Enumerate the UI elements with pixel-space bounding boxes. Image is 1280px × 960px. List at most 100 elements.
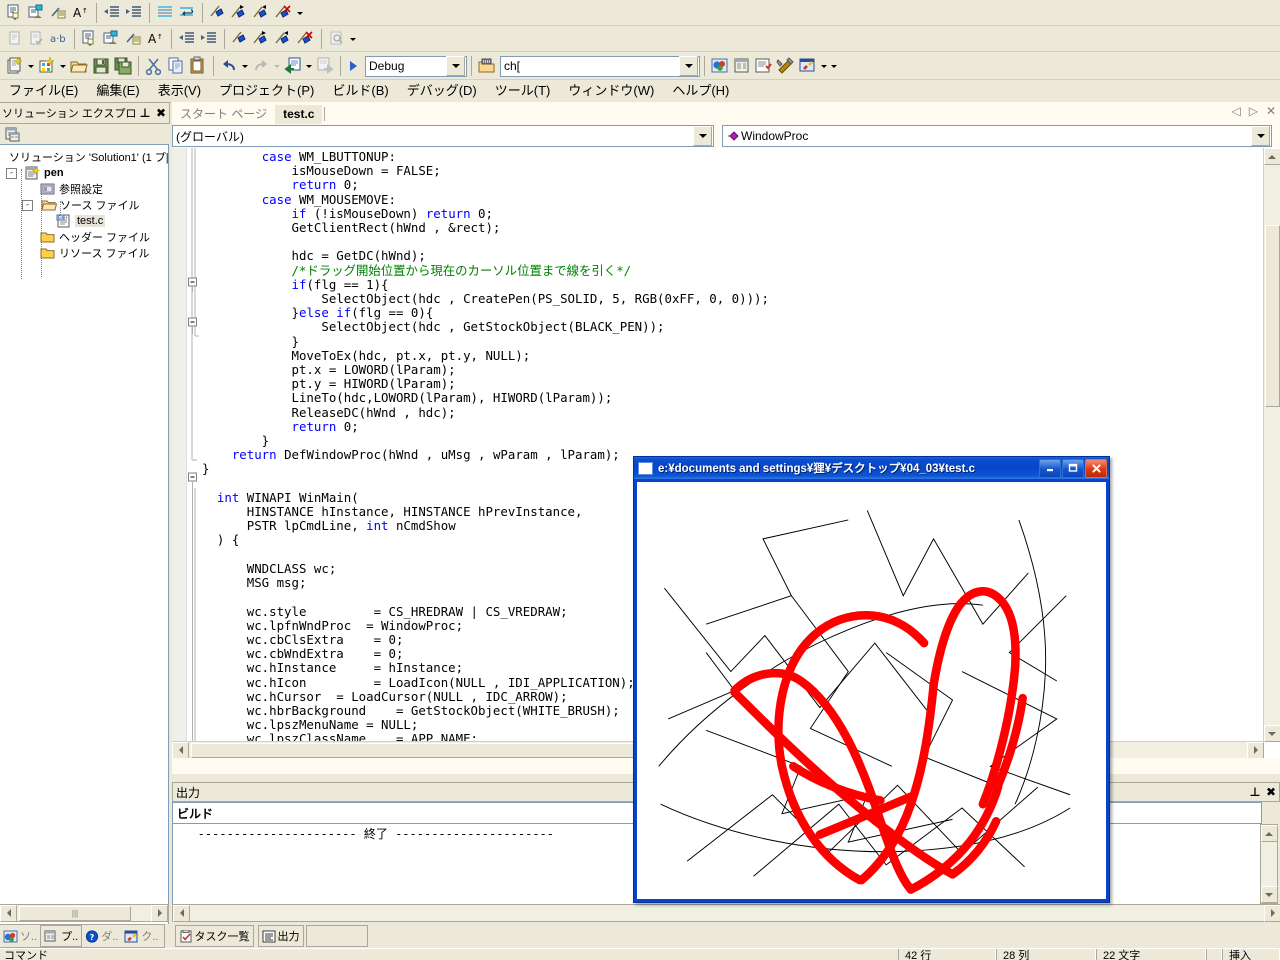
comment-block-icon[interactable] bbox=[79, 28, 101, 50]
undo-dropdown-icon[interactable] bbox=[240, 55, 250, 77]
tab-dynamic-help[interactable]: ? ダ.. bbox=[82, 926, 121, 946]
scroll-down-button[interactable] bbox=[1263, 725, 1280, 742]
close-icon[interactable]: ✖ bbox=[153, 106, 169, 120]
code-vscrollbar[interactable] bbox=[1263, 148, 1280, 742]
navigate-back-icon[interactable] bbox=[282, 55, 304, 77]
bookmark-clear-icon[interactable] bbox=[295, 28, 317, 50]
nav-next-icon[interactable]: ▷ bbox=[1249, 104, 1258, 118]
new-project-icon[interactable] bbox=[4, 55, 26, 77]
chevron-down-icon[interactable] bbox=[1251, 126, 1270, 146]
pin-icon[interactable]: ⊥ bbox=[137, 106, 153, 120]
tree-item-header-files[interactable]: ヘッダー ファイル bbox=[0, 229, 168, 245]
floppy-icon[interactable] bbox=[90, 55, 112, 77]
tree-item-project[interactable]: - pen bbox=[0, 165, 168, 181]
scroll-down-button[interactable] bbox=[1260, 886, 1278, 903]
tab-solution-explorer[interactable]: ソ.. bbox=[0, 926, 40, 946]
copy-icon[interactable] bbox=[165, 55, 187, 77]
scroll-left-button[interactable] bbox=[0, 904, 17, 922]
chevron-down-icon[interactable] bbox=[679, 56, 698, 76]
indent-icon[interactable] bbox=[123, 2, 145, 24]
indent-icon[interactable] bbox=[198, 28, 220, 50]
tab-properties[interactable]: プ.. bbox=[40, 925, 83, 947]
solution-config-combo[interactable]: Debug bbox=[365, 55, 467, 77]
bookmark-icon[interactable] bbox=[207, 2, 229, 24]
tab-class-view[interactable]: ク.. bbox=[121, 926, 161, 946]
scroll-right-button[interactable] bbox=[1264, 904, 1280, 922]
menu-window[interactable]: ウィンドウ(W) bbox=[559, 81, 663, 101]
menu-build[interactable]: ビルド(B) bbox=[323, 81, 397, 101]
save-all-icon[interactable] bbox=[112, 55, 134, 77]
tab-output[interactable]: 出力 bbox=[257, 925, 304, 947]
nav-prev-icon[interactable]: ◁ bbox=[1231, 104, 1240, 118]
page-check-icon[interactable] bbox=[26, 28, 48, 50]
tree-expander[interactable]: - bbox=[6, 167, 17, 179]
menu-debug[interactable]: デバッグ(D) bbox=[398, 81, 486, 101]
comment-block-icon[interactable] bbox=[4, 2, 26, 24]
scroll-thumb[interactable] bbox=[1264, 225, 1280, 407]
outdent-icon[interactable] bbox=[101, 2, 123, 24]
member-combo[interactable]: WindowProc bbox=[722, 125, 1272, 147]
tree-item-testc[interactable]: C++ test.c bbox=[0, 213, 168, 229]
preview-icon[interactable] bbox=[326, 28, 348, 50]
tree-item-solution[interactable]: ソリューション 'Solution1' (1 プ| bbox=[0, 149, 168, 165]
bookmark-clear-icon[interactable] bbox=[273, 2, 295, 24]
drawing-window-titlebar[interactable]: e:¥documents and settings¥狸¥デスクトップ¥04_03… bbox=[634, 457, 1109, 479]
undo-arrow-icon[interactable] bbox=[218, 55, 240, 77]
wrap-icon[interactable] bbox=[176, 2, 198, 24]
navigate-back-dropdown-icon[interactable] bbox=[304, 55, 314, 77]
scroll-right-button[interactable] bbox=[1247, 741, 1264, 758]
menu-tools[interactable]: ツール(T) bbox=[486, 81, 560, 101]
font-size-icon[interactable]: A ↑ bbox=[70, 2, 92, 24]
bookmark-next-icon[interactable] bbox=[229, 2, 251, 24]
uncomment-block-icon[interactable] bbox=[101, 28, 123, 50]
uncomment-block-icon[interactable] bbox=[26, 2, 48, 24]
menu-view[interactable]: 表示(V) bbox=[149, 81, 210, 101]
menu-help[interactable]: ヘルプ(H) bbox=[663, 81, 738, 101]
page-icon[interactable] bbox=[4, 28, 26, 50]
drawing-window[interactable]: e:¥documents and settings¥狸¥デスクトップ¥04_03… bbox=[633, 456, 1110, 903]
tree-item-source-files[interactable]: - ソース ファイル bbox=[0, 197, 168, 213]
palette-icon[interactable] bbox=[797, 55, 819, 77]
tab-start-page[interactable]: スタート ページ bbox=[172, 105, 275, 124]
bookmark-next-icon[interactable] bbox=[251, 28, 273, 50]
maximize-icon[interactable] bbox=[1062, 458, 1084, 478]
bookmark-icon[interactable] bbox=[229, 28, 251, 50]
new-project-dropdown-icon[interactable] bbox=[26, 55, 36, 77]
scroll-right-button[interactable] bbox=[151, 904, 168, 922]
menu-project[interactable]: プロジェクト(P) bbox=[210, 81, 323, 101]
chevron-down-icon[interactable] bbox=[693, 126, 712, 146]
start-debug-icon[interactable] bbox=[345, 60, 361, 72]
close-icon[interactable]: ✖ bbox=[1263, 785, 1279, 799]
chevron-down-icon[interactable] bbox=[446, 56, 465, 76]
toolbar-overflow-icon[interactable] bbox=[348, 28, 358, 50]
scope-combo[interactable]: (グローバル) bbox=[172, 125, 714, 147]
find-in-files-icon[interactable] bbox=[476, 55, 498, 77]
drawing-canvas[interactable] bbox=[637, 482, 1106, 899]
add-item-icon[interactable] bbox=[36, 55, 58, 77]
minimize-icon[interactable] bbox=[1039, 458, 1061, 478]
output-vscrollbar[interactable] bbox=[1260, 824, 1278, 904]
clipboard-icon[interactable] bbox=[187, 55, 209, 77]
properties-icon[interactable] bbox=[2, 124, 24, 146]
outline-icon[interactable] bbox=[123, 28, 145, 50]
close-icon[interactable] bbox=[1085, 458, 1107, 478]
a-b-icon[interactable]: a·b bbox=[48, 28, 70, 50]
menu-file[interactable]: ファイル(E) bbox=[0, 81, 87, 101]
toolbar-overflow-icon-2[interactable] bbox=[829, 55, 839, 77]
solution-explorer-hscrollbar[interactable]: ||| bbox=[0, 904, 169, 922]
solution-explorer-icon[interactable] bbox=[709, 55, 731, 77]
scroll-left-button[interactable] bbox=[173, 904, 190, 922]
tab-task-list[interactable]: タスク一覧 bbox=[174, 925, 254, 947]
lines-icon[interactable] bbox=[154, 2, 176, 24]
editor-close-icon[interactable]: ✕ bbox=[1266, 104, 1276, 118]
redo-arrow-icon[interactable] bbox=[250, 55, 272, 77]
toolbar-overflow-icon[interactable] bbox=[819, 55, 829, 77]
font-size-icon[interactable]: A ↑ bbox=[145, 28, 167, 50]
redo-dropdown-icon[interactable] bbox=[272, 55, 282, 77]
class-view-icon[interactable] bbox=[753, 55, 775, 77]
toolbar-overflow-icon[interactable] bbox=[295, 2, 305, 24]
navigate-forward-icon[interactable] bbox=[314, 55, 336, 77]
tree-item-references[interactable]: 参照設定 bbox=[0, 181, 168, 197]
scroll-left-button[interactable] bbox=[172, 741, 189, 758]
menu-edit[interactable]: 編集(E) bbox=[87, 81, 148, 101]
